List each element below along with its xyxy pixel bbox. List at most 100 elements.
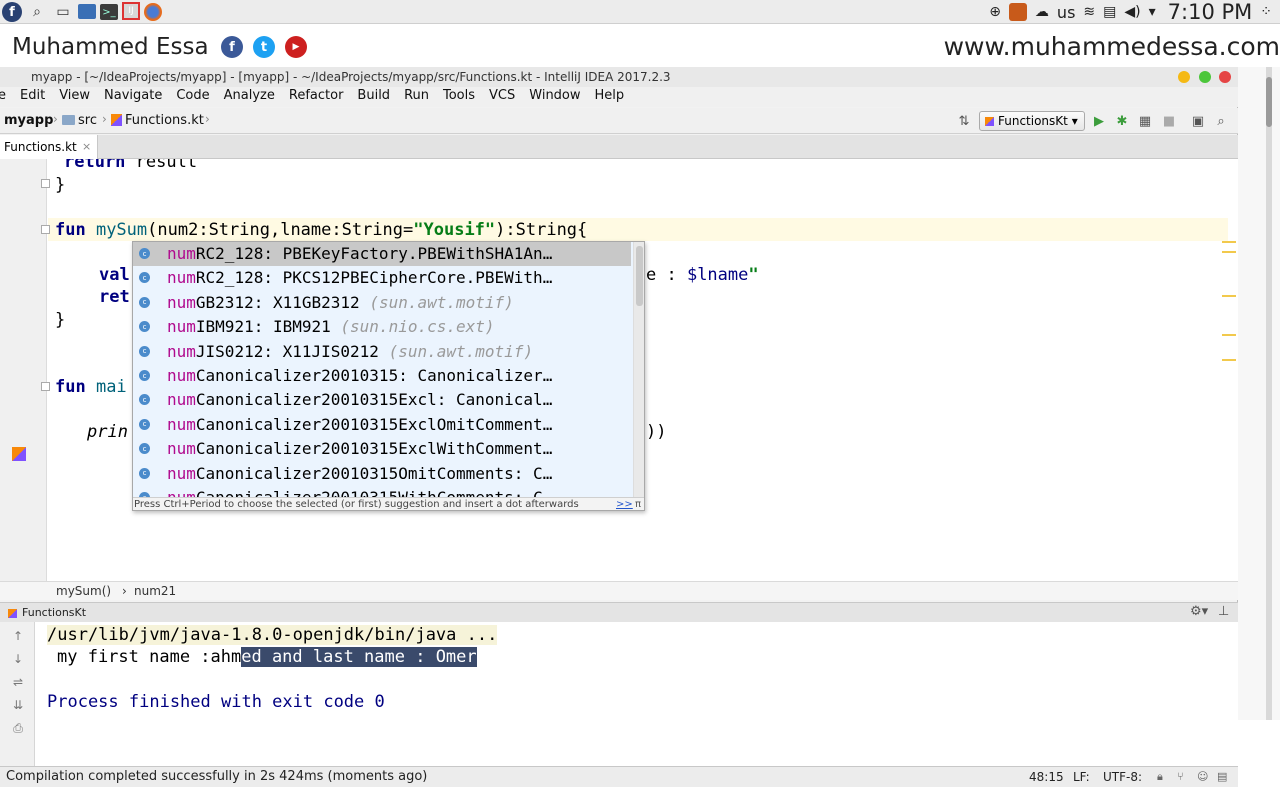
clock[interactable]: 7:10 PM bbox=[1168, 0, 1253, 24]
selected-text: ed and last name : Omer bbox=[241, 647, 477, 667]
arrow-up-icon[interactable]: ↑ bbox=[10, 628, 26, 644]
event-log-icon[interactable]: ▤ bbox=[1217, 770, 1227, 783]
run-icon[interactable]: ▶ bbox=[1091, 113, 1107, 129]
error-stripe-mark[interactable] bbox=[1222, 359, 1236, 361]
completion-item[interactable]: c numCanonicalizer20010315: Canonicalizer… bbox=[133, 364, 631, 388]
console-exit-message: Process finished with exit code 0 bbox=[47, 692, 385, 712]
kotlin-run-gutter-icon[interactable] bbox=[12, 447, 26, 461]
nav-file[interactable]: Functions.kt bbox=[111, 113, 204, 128]
terminal-icon[interactable]: >_ bbox=[100, 4, 118, 20]
power-icon[interactable]: ⁘ bbox=[1260, 4, 1272, 20]
kotlin-file-icon bbox=[111, 114, 122, 126]
pi-icon[interactable]: π bbox=[635, 499, 641, 510]
completion-item[interactable]: c numCanonicalizer20010315ExclOmitComment… bbox=[133, 413, 631, 437]
completion-item[interactable]: c numRC2_128: PKCS12PBECipherCore.PBEWith… bbox=[133, 266, 631, 290]
scroll-to-end-icon[interactable]: ⇊ bbox=[10, 697, 26, 713]
file-encoding[interactable]: UTF-8: bbox=[1103, 770, 1142, 784]
soft-wrap-icon[interactable]: ⇌ bbox=[10, 674, 26, 690]
class-icon: c bbox=[139, 345, 150, 357]
gear-icon[interactable]: ⚙▾ bbox=[1190, 604, 1208, 619]
nav-folder[interactable]: src bbox=[62, 113, 97, 128]
wifi-icon[interactable]: ≋ bbox=[1083, 4, 1095, 20]
app-tray-icon[interactable] bbox=[1008, 3, 1027, 21]
files-icon[interactable] bbox=[78, 4, 96, 19]
intellij-icon[interactable]: IJ bbox=[122, 2, 140, 20]
completion-item[interactable]: c numGB2312: X11GB2312 (sun.awt.motif) bbox=[133, 291, 631, 315]
tab-functions-kt[interactable]: Functions.kt × bbox=[0, 135, 98, 159]
volume-icon[interactable]: ◀) bbox=[1124, 4, 1140, 20]
search-everywhere-icon[interactable]: ⌕ bbox=[1213, 113, 1229, 129]
caret-position[interactable]: 48:15 bbox=[1029, 770, 1064, 784]
coverage-icon[interactable]: ▦ bbox=[1137, 113, 1153, 129]
stop-icon[interactable]: ■ bbox=[1161, 113, 1177, 129]
completion-item[interactable]: c numIBM921: IBM921 (sun.nio.cs.ext) bbox=[133, 315, 631, 339]
completion-item[interactable]: c numJIS0212: X11JIS0212 (sun.awt.motif) bbox=[133, 340, 631, 364]
menu-vcs[interactable]: VCS bbox=[489, 87, 515, 107]
error-stripe-mark[interactable] bbox=[1222, 251, 1236, 253]
keyboard-layout[interactable]: us bbox=[1057, 3, 1075, 22]
menu-code[interactable]: Code bbox=[176, 87, 209, 107]
line-separator[interactable]: LF: bbox=[1073, 770, 1090, 784]
class-icon: c bbox=[139, 248, 150, 259]
breadcrumb-function[interactable]: mySum() bbox=[56, 584, 111, 598]
completion-item[interactable]: c numCanonicalizer20010315ExclWithComment… bbox=[133, 437, 631, 461]
build-icon[interactable]: ⇅ bbox=[956, 113, 972, 129]
firefox-icon[interactable] bbox=[144, 3, 162, 21]
popup-more-link[interactable]: >> bbox=[616, 499, 633, 510]
menu-tools[interactable]: Tools bbox=[443, 87, 475, 107]
run-tab-title[interactable]: FunctionsKt bbox=[7, 606, 86, 619]
breadcrumb-item[interactable]: num21 bbox=[134, 584, 176, 598]
menu-build[interactable]: Build bbox=[357, 87, 390, 107]
menu-window[interactable]: Window bbox=[529, 87, 580, 107]
menu-view[interactable]: View bbox=[59, 87, 90, 107]
git-icon[interactable]: ⑂ bbox=[1177, 770, 1184, 783]
maximize-button[interactable] bbox=[1199, 71, 1211, 83]
hide-panel-icon[interactable]: ⊥ bbox=[1218, 604, 1229, 619]
project-structure-icon[interactable]: ▣ bbox=[1190, 113, 1206, 129]
chevron-down-icon[interactable]: ▾ bbox=[1149, 4, 1156, 20]
outer-scrollbar[interactable] bbox=[1266, 67, 1272, 720]
cloud-sync-icon[interactable]: ☁ bbox=[1035, 4, 1049, 20]
menu-file[interactable]: e bbox=[0, 87, 6, 107]
status-message[interactable]: Compilation completed successfully in 2s… bbox=[6, 769, 427, 784]
outer-scrollbar-thumb[interactable] bbox=[1266, 77, 1272, 127]
arrow-down-icon[interactable]: ↓ bbox=[10, 651, 26, 667]
folder-icon bbox=[62, 115, 75, 125]
menu-edit[interactable]: Edit bbox=[20, 87, 45, 107]
show-desktop-icon[interactable]: ▭ bbox=[52, 2, 74, 22]
completion-item[interactable]: c numRC2_128: PBEKeyFactory.PBEWithSHA1An… bbox=[133, 242, 631, 266]
menu-navigate[interactable]: Navigate bbox=[104, 87, 162, 107]
update-icon[interactable]: ⊕ bbox=[989, 4, 1001, 20]
fedora-menu-icon[interactable]: f bbox=[2, 2, 22, 22]
completion-item[interactable]: c numCanonicalizer20010315Excl: Canonical… bbox=[133, 388, 631, 412]
close-tab-icon[interactable]: × bbox=[82, 140, 91, 153]
error-stripe-mark[interactable] bbox=[1222, 295, 1236, 297]
inspector-icon[interactable]: ☺ bbox=[1197, 770, 1208, 783]
completion-location: (sun.awt.motif) bbox=[388, 341, 534, 361]
menu-help[interactable]: Help bbox=[595, 87, 625, 107]
completion-name: GB2312: X11GB2312 bbox=[195, 292, 360, 312]
fold-marker-icon[interactable] bbox=[41, 225, 50, 234]
menu-analyze[interactable]: Analyze bbox=[224, 87, 275, 107]
lock-icon[interactable]: 🔒︎ bbox=[1157, 770, 1163, 784]
completion-item[interactable]: c numCanonicalizer20010315OmitComments: C… bbox=[133, 462, 631, 486]
code-line: return result bbox=[64, 159, 198, 172]
search-icon[interactable]: ⌕ bbox=[26, 2, 48, 22]
error-stripe-mark[interactable] bbox=[1222, 334, 1236, 336]
error-stripe-mark[interactable] bbox=[1222, 241, 1236, 243]
clipboard-icon[interactable]: ▤ bbox=[1103, 4, 1116, 20]
run-console[interactable]: /usr/lib/jvm/java-1.8.0-openjdk/bin/java… bbox=[35, 622, 1238, 766]
menu-refactor[interactable]: Refactor bbox=[289, 87, 344, 107]
debug-icon[interactable]: ✱ bbox=[1114, 113, 1130, 129]
close-button[interactable] bbox=[1219, 71, 1231, 83]
run-config-select[interactable]: FunctionsKt ▾ bbox=[979, 111, 1085, 131]
fold-marker-icon[interactable] bbox=[41, 382, 50, 391]
fold-marker-icon[interactable] bbox=[41, 179, 50, 188]
menu-run[interactable]: Run bbox=[404, 87, 429, 107]
completion-name: RC2_128: PBEKeyFactory.PBEWithSHA1An… bbox=[195, 244, 553, 263]
nav-project[interactable]: myapp bbox=[4, 113, 53, 128]
print-icon[interactable]: ⎙ bbox=[10, 720, 26, 736]
minimize-button[interactable] bbox=[1178, 71, 1190, 83]
popup-scrollbar-thumb[interactable] bbox=[636, 246, 643, 306]
popup-scrollbar[interactable] bbox=[633, 242, 644, 497]
